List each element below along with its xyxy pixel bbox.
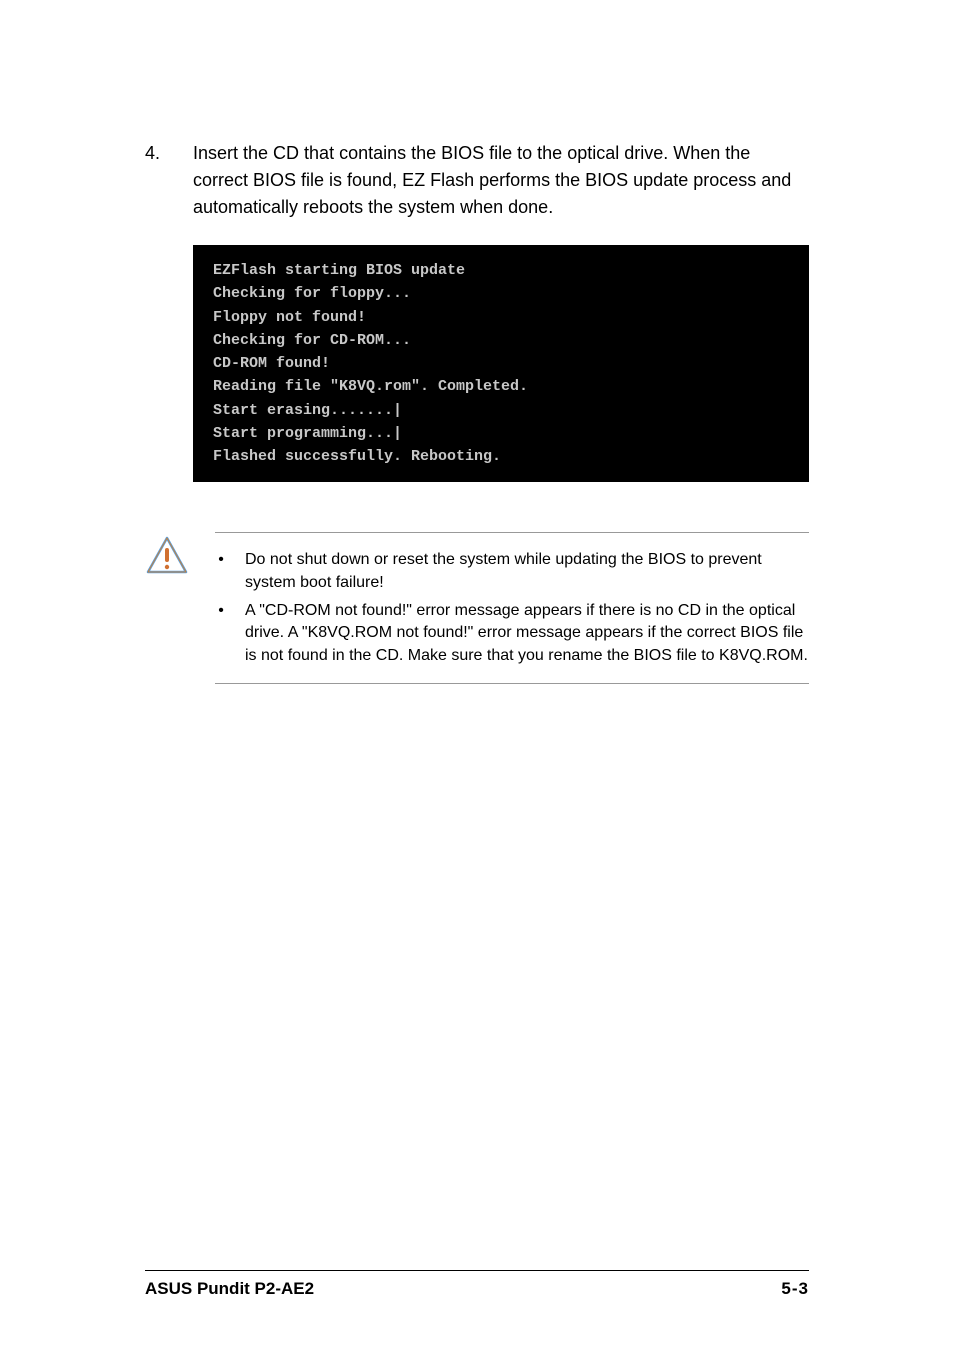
terminal-line: CD-ROM found!	[213, 355, 330, 372]
note-text: A "CD-ROM not found!" error message appe…	[245, 600, 809, 667]
note-bullet-1: • Do not shut down or reset the system w…	[215, 549, 809, 594]
terminal-line: Reading file "K8VQ.rom". Completed.	[213, 378, 528, 395]
terminal-output: EZFlash starting BIOS update Checking fo…	[193, 245, 809, 482]
note-bullet-2: • A "CD-ROM not found!" error message ap…	[215, 600, 809, 667]
step-number: 4.	[145, 140, 165, 221]
warning-note: • Do not shut down or reset the system w…	[145, 532, 809, 684]
footer-product: ASUS Pundit P2-AE2	[145, 1279, 314, 1299]
note-text: Do not shut down or reset the system whi…	[245, 549, 809, 594]
step-4: 4. Insert the CD that contains the BIOS …	[145, 140, 809, 221]
page-footer: ASUS Pundit P2-AE2 5-3	[145, 1270, 809, 1299]
note-content: • Do not shut down or reset the system w…	[215, 532, 809, 684]
terminal-line: Checking for floppy...	[213, 285, 411, 302]
step-text: Insert the CD that contains the BIOS fil…	[193, 140, 809, 221]
terminal-line: Floppy not found!	[213, 309, 366, 326]
terminal-line: Checking for CD-ROM...	[213, 332, 411, 349]
bullet-dot: •	[215, 549, 227, 594]
bullet-dot: •	[215, 600, 227, 667]
terminal-line: Flashed successfully. Rebooting.	[213, 448, 501, 465]
warning-icon	[145, 532, 189, 684]
footer-page-number: 5-3	[781, 1279, 809, 1299]
terminal-line: Start programming...|	[213, 425, 402, 442]
terminal-line: EZFlash starting BIOS update	[213, 262, 465, 279]
terminal-line: Start erasing.......|	[213, 402, 402, 419]
